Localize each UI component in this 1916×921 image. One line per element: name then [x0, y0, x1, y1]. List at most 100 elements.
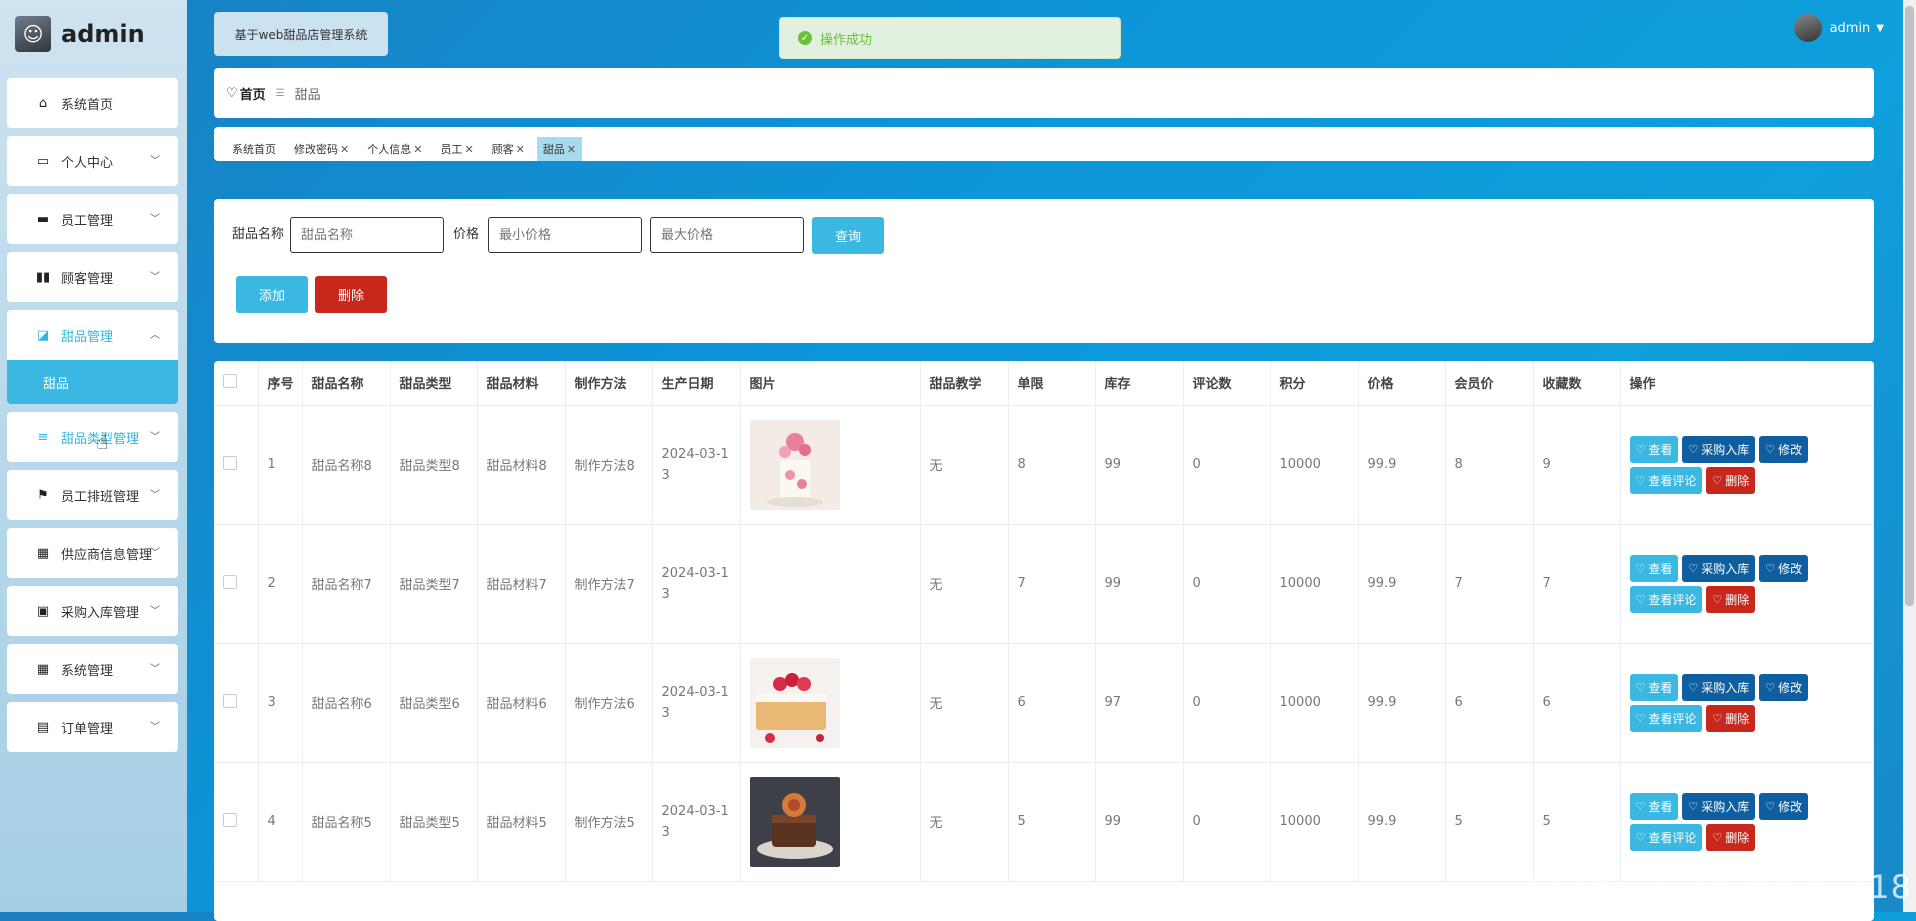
cell-type: 甜品类型8 — [390, 405, 478, 525]
row-checkbox[interactable] — [223, 812, 237, 827]
column-header: 操作 — [1620, 361, 1874, 406]
batch-delete-button[interactable]: 删除 — [315, 276, 387, 313]
cell-comments: 0 — [1183, 405, 1271, 525]
sidebar-item-home[interactable]: ⌂ 系统首页 — [7, 78, 178, 128]
cell-name: 甜品名称6 — [302, 643, 391, 763]
button-label: 采购入库 — [1701, 680, 1750, 695]
purchase-button[interactable]: ♡ 采购入库 — [1682, 554, 1756, 582]
edit-button[interactable]: ♡ 修改 — [1759, 792, 1809, 820]
sidebar-item-system[interactable]: ▦ 系统管理 ﹀ — [7, 644, 178, 694]
cell-teach: 无 — [920, 643, 1009, 763]
select-all-cell[interactable] — [214, 361, 259, 406]
edit-button[interactable]: ♡ 修改 — [1759, 673, 1809, 701]
cell-image — [740, 643, 921, 763]
view-button[interactable]: ♡ 查看 — [1629, 673, 1679, 701]
sidebar-item-suppliers[interactable]: ▦ 供应商信息管理 ﹀ — [7, 528, 178, 578]
delete-button[interactable]: ♡ 删除 — [1706, 466, 1756, 494]
close-icon[interactable]: ✕ — [516, 143, 525, 156]
button-label: 删除 — [1725, 473, 1750, 488]
close-icon[interactable]: ✕ — [413, 143, 422, 156]
cell-teach: 无 — [920, 524, 1009, 644]
row-checkbox[interactable] — [223, 693, 237, 708]
delete-button[interactable]: ♡ 删除 — [1706, 704, 1756, 732]
monitor-icon: ▬ — [36, 211, 50, 227]
view-button[interactable]: ♡ 查看 — [1629, 792, 1679, 820]
row-select-cell[interactable] — [214, 643, 259, 763]
close-icon[interactable]: ✕ — [567, 143, 576, 156]
edit-button[interactable]: ♡ 修改 — [1759, 554, 1809, 582]
row-actions: ♡ 查看 ♡ 采购入库 ♡ 修改 ♡ 查看评论 ♡ 删除 — [1629, 554, 1830, 613]
user-menu[interactable]: admin ▼ — [1793, 14, 1884, 42]
close-icon[interactable]: ✕ — [464, 143, 473, 156]
tab-dessert[interactable]: 甜品 ✕ — [536, 137, 583, 161]
row-select-cell[interactable] — [214, 762, 259, 882]
sidebar-item-purchase[interactable]: ▣ 采购入库管理 ﹀ — [7, 586, 178, 636]
sidebar-item-orders[interactable]: ▤ 订单管理 ﹀ — [7, 702, 178, 752]
tab-staff[interactable]: 员工 ✕ — [434, 137, 479, 161]
sidebar-item-desserts[interactable]: ◪ 甜品管理 ︿ — [7, 310, 178, 360]
sidebar-item-schedule[interactable]: ⚑ 员工排班管理 ﹀ — [7, 470, 178, 520]
purchase-button[interactable]: ♡ 采购入库 — [1682, 792, 1756, 820]
row-select-cell[interactable] — [214, 405, 259, 525]
cell-type: 甜品类型5 — [390, 762, 478, 882]
tab-profile[interactable]: 个人信息 ✕ — [361, 137, 428, 161]
cell-material: 甜品材料6 — [477, 643, 566, 763]
sidebar-item-label: 供应商信息管理 — [61, 547, 153, 563]
min-price-input[interactable] — [488, 217, 642, 253]
dessert-table: 序号 甜品名称 甜品类型 甜品材料 制作方法 生产日期 图片 甜品教学 单限 库… — [214, 361, 1874, 882]
column-header: 制作方法 — [565, 361, 653, 406]
edit-button[interactable]: ♡ 修改 — [1759, 435, 1809, 463]
heart-icon: ♡ — [1712, 830, 1723, 844]
sidebar-item-staff[interactable]: ▬ 员工管理 ﹀ — [7, 194, 178, 244]
view-comments-button[interactable]: ♡ 查看评论 — [1629, 585, 1703, 613]
purchase-button[interactable]: ♡ 采购入库 — [1682, 435, 1756, 463]
page-scrollbar[interactable] — [1903, 0, 1916, 912]
cell-member: 5 — [1445, 762, 1534, 882]
tab-password[interactable]: 修改密码 ✕ — [288, 137, 355, 161]
add-button[interactable]: 添加 — [236, 276, 308, 313]
heart-icon: ♡ — [1765, 442, 1776, 456]
cell-teach: 无 — [920, 405, 1009, 525]
delete-button[interactable]: ♡ 删除 — [1706, 585, 1756, 613]
breadcrumb-current: 甜品 — [294, 87, 321, 103]
row-actions: ♡ 查看 ♡ 采购入库 ♡ 修改 ♡ 查看评论 ♡ 删除 — [1629, 673, 1830, 732]
chevron-down-icon: ﹀ — [150, 272, 160, 283]
view-button[interactable]: ♡ 查看 — [1629, 554, 1679, 582]
view-button[interactable]: ♡ 查看 — [1629, 435, 1679, 463]
cell-method: 制作方法7 — [565, 524, 653, 644]
max-price-input[interactable] — [650, 217, 804, 253]
query-button[interactable]: 查询 — [812, 217, 884, 254]
scrollbar-thumb[interactable] — [1905, 6, 1914, 606]
sliders-icon: ≡ — [37, 429, 49, 445]
breadcrumb-home[interactable]: 首页 — [240, 84, 266, 103]
select-all-checkbox[interactable] — [223, 373, 237, 388]
view-comments-button[interactable]: ♡ 查看评论 — [1629, 704, 1703, 732]
sidebar-item-personal[interactable]: ▭ 个人中心 ﹀ — [7, 136, 178, 186]
tab-customer[interactable]: 顾客 ✕ — [486, 137, 531, 161]
button-label: 修改 — [1778, 442, 1803, 457]
row-checkbox[interactable] — [223, 574, 237, 589]
tab-home[interactable]: 系统首页 — [226, 137, 282, 161]
purchase-button[interactable]: ♡ 采购入库 — [1682, 673, 1756, 701]
row-select-cell[interactable] — [214, 524, 259, 644]
chevron-down-icon: ﹀ — [150, 548, 160, 559]
success-toast: ✓ 操作成功 — [779, 17, 1121, 59]
close-icon[interactable]: ✕ — [340, 143, 349, 156]
sidebar-subitem-dessert[interactable]: 甜品 — [7, 360, 178, 404]
column-header: 生产日期 — [652, 361, 741, 406]
view-comments-button[interactable]: ♡ 查看评论 — [1629, 466, 1703, 494]
cell-idx: 1 — [258, 405, 303, 525]
cell-limit: 6 — [1008, 643, 1096, 763]
button-label: 采购入库 — [1701, 442, 1750, 457]
chevron-up-icon: ︿ — [150, 330, 160, 341]
dessert-name-input[interactable] — [290, 217, 444, 253]
sidebar: ☺ admin ⌂ 系统首页 ▭ 个人中心 ﹀ ▬ 员工管理 ﹀ ▮▮ 顾客管理… — [0, 0, 187, 912]
sidebar-item-dessert-types[interactable]: ≡ 甜品类型管理 ﹀ — [7, 412, 178, 462]
brand: ☺ admin — [15, 16, 145, 52]
cell-comments: 0 — [1183, 643, 1271, 763]
row-checkbox[interactable] — [223, 455, 237, 470]
delete-button[interactable]: ♡ 删除 — [1706, 823, 1756, 851]
sidebar-item-customers[interactable]: ▮▮ 顾客管理 ﹀ — [7, 252, 178, 302]
cell-type: 甜品类型7 — [390, 524, 478, 644]
view-comments-button[interactable]: ♡ 查看评论 — [1629, 823, 1703, 851]
